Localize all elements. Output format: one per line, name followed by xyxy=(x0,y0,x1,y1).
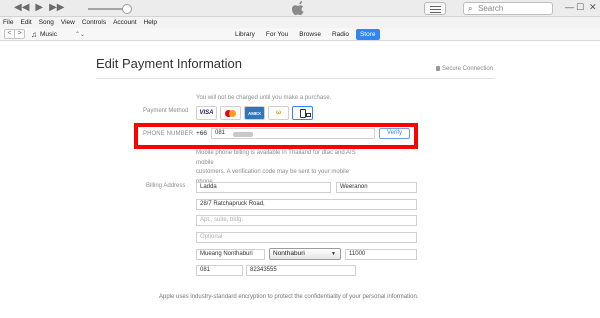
player-bar: ◀◀ ▶ ▶▶ ⌕ Search — ☐ ✕ xyxy=(0,0,600,17)
tab-store[interactable]: Store xyxy=(355,29,380,40)
tab-browse[interactable]: Browse xyxy=(295,29,325,40)
city-field[interactable]: Mueang Nonthaburi xyxy=(196,249,265,260)
mobile-phone-icon xyxy=(299,108,311,118)
minimize-icon[interactable]: — xyxy=(565,2,574,12)
encryption-note: Apple uses industry-standard encryption … xyxy=(159,294,419,300)
menu-help[interactable]: Help xyxy=(144,17,157,28)
maximize-icon[interactable]: ☐ xyxy=(576,2,584,13)
search-field[interactable]: ⌕ Search xyxy=(463,2,553,15)
up-next-list-button[interactable] xyxy=(424,2,446,15)
mobile-billing-note-line-1: Mobile phone billing is available in Tha… xyxy=(196,150,356,166)
secure-connection-label: Secure Connection xyxy=(442,66,494,72)
state-select[interactable]: Nonthaburi ▼ xyxy=(269,248,341,260)
search-placeholder: Search xyxy=(478,4,504,13)
mobile-phone-billing-option[interactable] xyxy=(292,106,313,120)
menu-file[interactable]: File xyxy=(3,17,13,28)
dropdown-arrow-icon: ▼ xyxy=(331,251,336,257)
street-field[interactable]: 28/7 Ratchapruck Road, xyxy=(196,199,417,210)
menu-view[interactable]: View xyxy=(61,17,75,28)
menu-account[interactable]: Account xyxy=(113,17,137,28)
redacted-digits xyxy=(233,132,253,137)
area-code-field[interactable]: 081 xyxy=(196,265,243,276)
nav-bar: < > ♫ Music ⌃⌄ Library For You Browse Ra… xyxy=(0,28,600,41)
charge-note: You will not be charged until you make a… xyxy=(196,95,332,101)
postcode-field[interactable]: 11000 xyxy=(345,249,417,260)
play-icon[interactable]: ▶ xyxy=(35,2,43,14)
title-divider xyxy=(96,78,495,79)
chevron-updown-icon: ⌃⌄ xyxy=(74,31,85,38)
forward-button[interactable]: > xyxy=(15,30,24,38)
tab-library[interactable]: Library xyxy=(231,29,259,40)
phone-number-label: PHONE NUMBER xyxy=(143,131,194,137)
page-title: Edit Payment Information xyxy=(96,56,242,71)
visa-card-option[interactable]: VISA xyxy=(196,106,217,120)
apt-field[interactable]: Apt., suite, bldg. xyxy=(196,215,417,226)
tab-radio[interactable]: Radio xyxy=(328,29,353,40)
last-name-field[interactable]: Weeranon xyxy=(336,182,417,193)
mastercard-option[interactable] xyxy=(220,106,241,120)
tab-for-you[interactable]: For You xyxy=(262,29,292,40)
menu-controls[interactable]: Controls xyxy=(82,17,106,28)
phone-number-value: 081 xyxy=(215,130,226,136)
music-note-icon: ♫ xyxy=(31,29,37,39)
apple-logo-icon xyxy=(292,1,304,16)
back-button[interactable]: < xyxy=(5,30,15,38)
lock-icon xyxy=(436,66,440,71)
payment-method-options: VISA AMEX ω xyxy=(196,106,313,120)
first-name-field[interactable]: Ladda xyxy=(196,182,331,193)
menu-edit[interactable]: Edit xyxy=(20,17,31,28)
billing-address-label: Billing Address xyxy=(146,183,186,189)
close-icon[interactable]: ✕ xyxy=(589,2,597,13)
history-arrows: < > xyxy=(4,29,25,39)
menu-song[interactable]: Song xyxy=(39,17,54,28)
media-picker[interactable]: ♫ Music ⌃⌄ xyxy=(31,29,85,39)
payment-method-label: Payment Method xyxy=(143,108,189,114)
verify-button[interactable]: Verify xyxy=(379,128,410,139)
amex-option[interactable]: AMEX xyxy=(244,106,265,120)
wallet-option[interactable]: ω xyxy=(268,106,289,120)
phone-number-input[interactable]: 081 xyxy=(211,128,375,139)
secure-connection: Secure Connection xyxy=(436,66,493,72)
media-picker-label: Music xyxy=(40,30,57,38)
phone-field[interactable]: 82343555 xyxy=(246,265,356,276)
fast-forward-icon[interactable]: ▶▶ xyxy=(49,2,64,14)
transport-controls: ◀◀ ▶ ▶▶ xyxy=(14,2,64,14)
optional-field[interactable]: Optional xyxy=(196,232,417,243)
country-code: +66 xyxy=(196,130,208,137)
rewind-icon[interactable]: ◀◀ xyxy=(14,2,29,14)
state-select-value: Nonthaburi xyxy=(273,250,305,257)
search-icon: ⌕ xyxy=(468,4,473,13)
store-tabs: Library For You Browse Radio Store xyxy=(231,28,380,41)
payment-form-page: Edit Payment Information Secure Connecti… xyxy=(0,42,600,318)
menu-bar: File Edit Song View Controls Account Hel… xyxy=(0,17,600,28)
volume-knob[interactable] xyxy=(122,4,132,14)
